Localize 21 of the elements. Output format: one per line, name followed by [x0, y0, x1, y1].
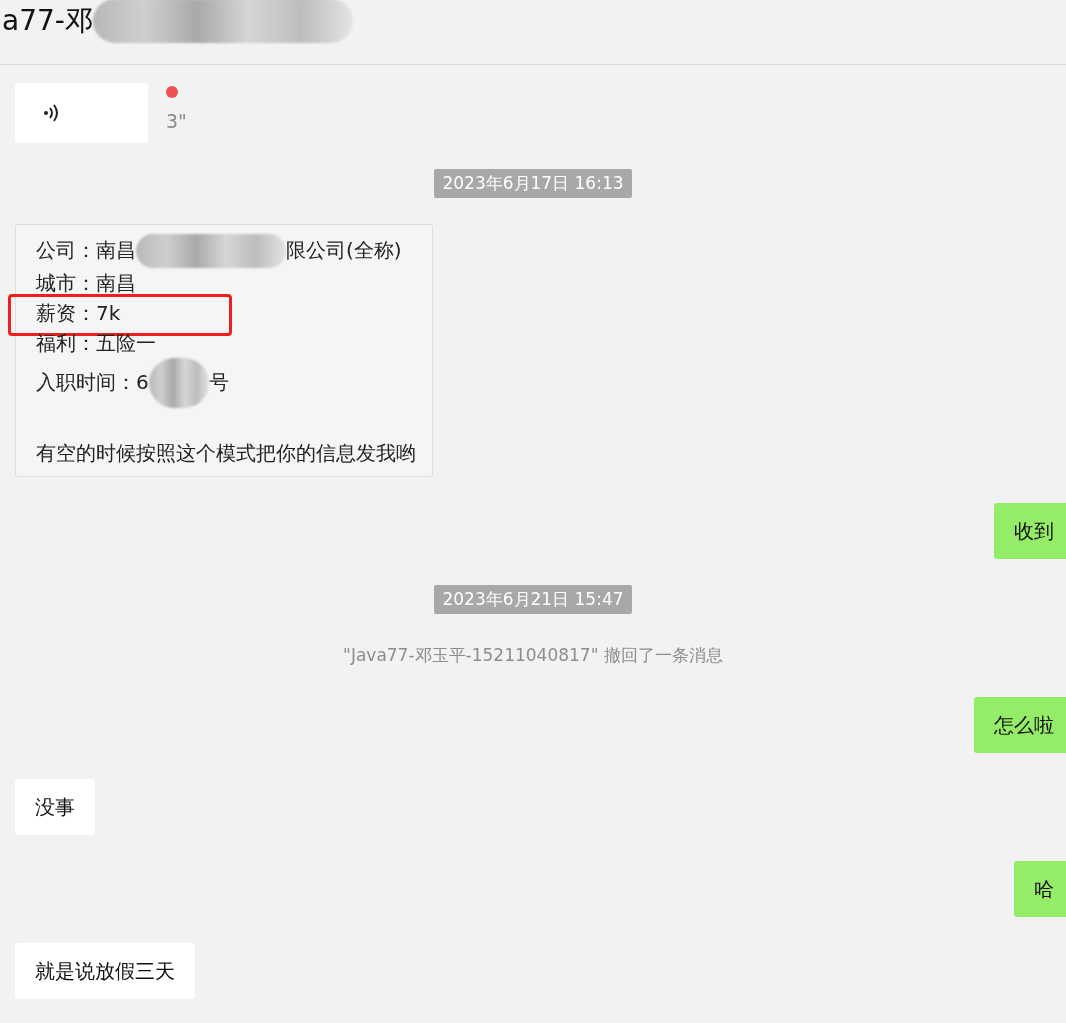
message-bubble: 怎么啦	[974, 697, 1066, 753]
voice-message[interactable]	[15, 83, 148, 143]
message-text: 福利：五险一	[36, 331, 156, 355]
message-bubble: 哈	[1014, 861, 1066, 917]
message-text: 限公司(全称)	[286, 237, 402, 262]
sound-wave-icon	[43, 103, 59, 123]
recall-notice: "Java77-邓玉平-15211040817" 撤回了一条消息	[343, 644, 723, 667]
redaction-blur	[148, 358, 209, 408]
timestamp: 2023年6月21日 15:47	[434, 585, 632, 614]
message-text: 入职时间：6	[36, 369, 149, 394]
message-text: 公司：南昌	[36, 237, 136, 262]
timestamp: 2023年6月17日 16:13	[434, 169, 632, 198]
message-text: 号	[208, 369, 229, 394]
message-text: 薪资：7k	[36, 301, 121, 325]
voice-duration: 3"	[166, 110, 187, 132]
message-bubble: 收到	[994, 503, 1066, 559]
message-text: 有空的时候按照这个模式把你的信息发我哟	[36, 441, 416, 465]
chat-title: a77-邓	[2, 3, 93, 39]
message-bubble: 就是说放假三天	[15, 943, 195, 999]
message-text: 城市：南昌	[36, 271, 136, 295]
message-bubble: 没事	[15, 779, 95, 835]
